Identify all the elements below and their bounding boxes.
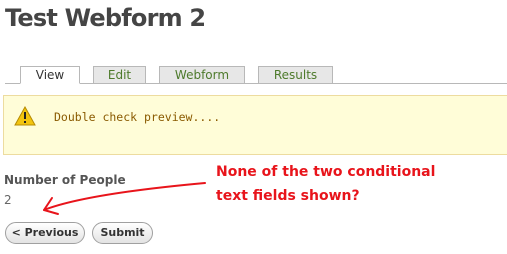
annotation-note: None of the two conditional text fields … <box>216 160 435 208</box>
submit-button[interactable]: Submit <box>92 222 153 244</box>
annotation-line-1: None of the two conditional <box>216 164 436 180</box>
tabs-baseline <box>5 83 507 84</box>
tab-edit[interactable]: Edit <box>93 66 146 83</box>
tab-webform[interactable]: Webform <box>159 66 245 83</box>
page: Test Webform 2 View Edit Webform Results… <box>0 0 507 254</box>
field-label-number-of-people: Number of People <box>4 173 126 187</box>
warning-message: Double check preview.... <box>3 95 507 155</box>
field-value-number-of-people: 2 <box>4 193 12 207</box>
warning-text: Double check preview.... <box>54 110 221 124</box>
annotation-line-2: text fields shown? <box>216 188 360 204</box>
page-title: Test Webform 2 <box>5 4 206 32</box>
previous-button[interactable]: < Previous <box>5 222 85 244</box>
warning-triangle-icon <box>14 106 36 126</box>
tab-results[interactable]: Results <box>258 66 333 83</box>
tab-view[interactable]: View <box>20 66 80 84</box>
